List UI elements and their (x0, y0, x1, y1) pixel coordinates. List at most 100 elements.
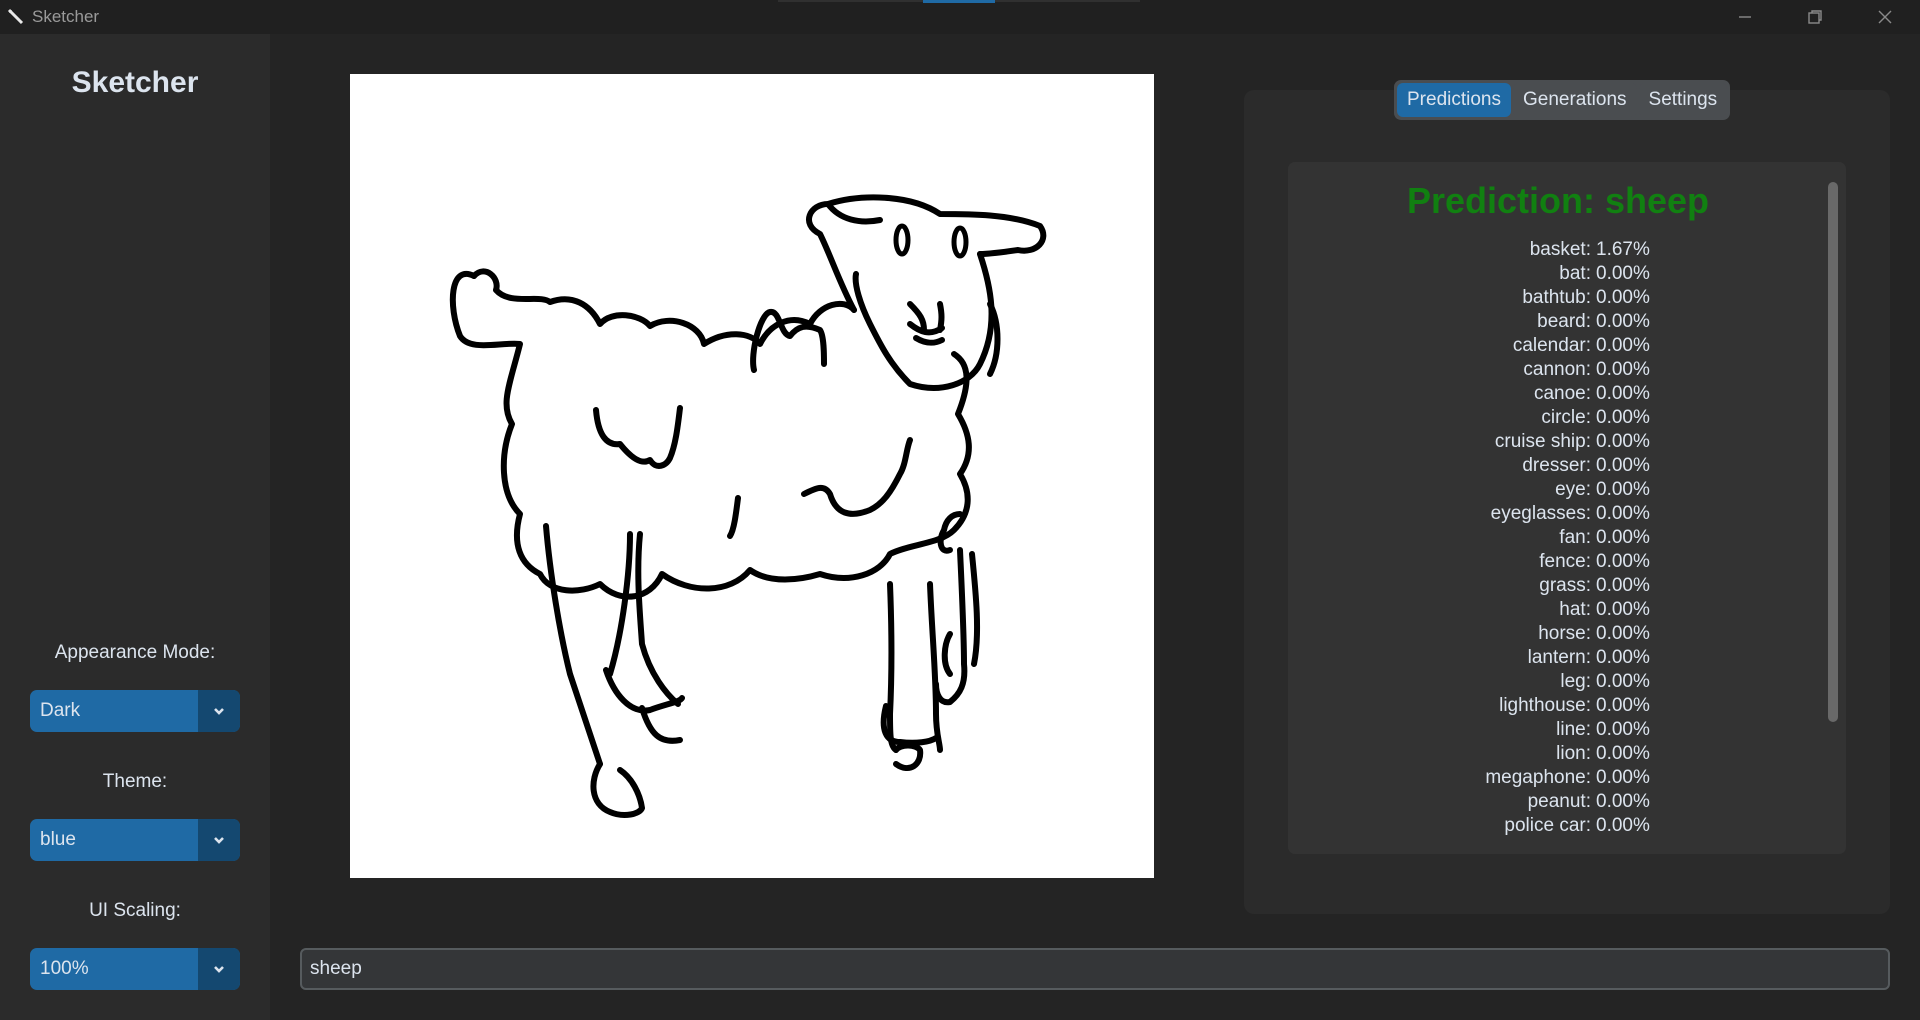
prediction-value: 0.00% (1596, 455, 1650, 476)
prediction-label: grass: (1539, 575, 1591, 596)
restore-icon (1808, 10, 1822, 24)
sidebar: Sketcher Appearance Mode: Dark Theme: bl… (0, 34, 270, 1020)
prediction-value: 0.00% (1596, 767, 1650, 788)
prediction-label: cannon: (1523, 359, 1591, 380)
restore-button[interactable] (1780, 0, 1850, 34)
prediction-row: circle: 0.00% (1288, 406, 1828, 430)
results-tabview: Predictions Generations Settings Predict… (1244, 80, 1890, 914)
prediction-row: cannon: 0.00% (1288, 358, 1828, 382)
prediction-value: 0.00% (1596, 383, 1650, 404)
prediction-value: 0.00% (1596, 503, 1650, 524)
prediction-row: dresser: 0.00% (1288, 454, 1828, 478)
prediction-label: police car: (1504, 815, 1591, 836)
prediction-value: 0.00% (1596, 359, 1650, 380)
appearance-mode-label: Appearance Mode: (54, 642, 216, 663)
prediction-value: 0.00% (1596, 527, 1650, 548)
prediction-label: peanut: (1527, 791, 1591, 812)
prediction-row: megaphone: 0.00% (1288, 766, 1828, 790)
sheep-drawing (449, 194, 1047, 818)
prediction-row: fan: 0.00% (1288, 526, 1828, 550)
prediction-value: 0.00% (1596, 791, 1650, 812)
prediction-value: 1.67% (1596, 239, 1650, 260)
prediction-value: 0.00% (1596, 479, 1650, 500)
prediction-label: lighthouse: (1499, 695, 1591, 716)
prediction-label: lantern: (1527, 647, 1591, 668)
prediction-row: lantern: 0.00% (1288, 646, 1828, 670)
prediction-label: canoe: (1533, 383, 1591, 404)
prediction-label: bat: (1559, 263, 1591, 284)
prediction-row: cruise ship: 0.00% (1288, 430, 1828, 454)
prediction-value: 0.00% (1596, 551, 1650, 572)
prediction-value: 0.00% (1596, 599, 1650, 620)
prediction-label: beard: (1537, 311, 1591, 332)
prediction-row: fence: 0.00% (1288, 550, 1828, 574)
prediction-value: 0.00% (1596, 647, 1650, 668)
prediction-row: bathtub: 0.00% (1288, 286, 1828, 310)
drawing-canvas[interactable] (350, 74, 1154, 878)
prediction-label: eye: (1555, 479, 1591, 500)
tab-predictions[interactable]: Predictions (1397, 83, 1511, 117)
prediction-row: police car: 0.00% (1288, 814, 1828, 838)
prediction-value: 0.00% (1596, 311, 1650, 332)
prediction-value: 0.00% (1596, 815, 1650, 836)
title-bar: Sketcher (0, 0, 1920, 34)
prediction-row: lighthouse: 0.00% (1288, 694, 1828, 718)
chevron-down-icon[interactable] (198, 690, 240, 732)
tab-generations[interactable]: Generations (1513, 83, 1637, 117)
theme-menu[interactable]: blue (30, 819, 240, 861)
window-title: Sketcher (32, 7, 100, 26)
prediction-label: megaphone: (1485, 767, 1591, 788)
scrollbar-thumb[interactable] (1828, 182, 1838, 722)
window-controls (1710, 0, 1920, 34)
prediction-value: 0.00% (1596, 335, 1650, 356)
prediction-label: leg: (1560, 671, 1591, 692)
minimize-icon (1739, 16, 1751, 18)
prediction-value: 0.00% (1596, 743, 1650, 764)
prediction-row: lion: 0.00% (1288, 742, 1828, 766)
tab-settings[interactable]: Settings (1638, 83, 1728, 117)
prediction-label: dresser: (1522, 455, 1591, 476)
chevron-down-icon[interactable] (198, 948, 240, 990)
prediction-row: line: 0.00% (1288, 718, 1828, 742)
prediction-value: 0.00% (1596, 287, 1650, 308)
prediction-label: horse: (1538, 623, 1591, 644)
prediction-row: peanut: 0.00% (1288, 790, 1828, 814)
prediction-score-list: basket: 1.67% bat: 0.00% bathtub: 0.00% beard:… (1288, 238, 1828, 842)
prediction-value: 0.00% (1596, 623, 1650, 644)
prediction-row: eye: 0.00% (1288, 478, 1828, 502)
prediction-row: bat: 0.00% (1288, 262, 1828, 286)
theme-label: Theme: (102, 771, 168, 792)
minimize-button[interactable] (1710, 0, 1780, 34)
close-icon (1878, 10, 1892, 24)
prediction-value: 0.00% (1596, 575, 1650, 596)
pencil-icon (7, 8, 24, 25)
prediction-value: 0.00% (1596, 407, 1650, 428)
prediction-label: circle: (1541, 407, 1591, 428)
prediction-label: fan: (1559, 527, 1591, 548)
prediction-value: 0.00% (1596, 719, 1650, 740)
ui-scaling-value: 100% (40, 958, 89, 979)
prediction-label: hat: (1559, 599, 1591, 620)
prediction-row: basket: 1.67% (1288, 238, 1828, 262)
prediction-row: canoe: 0.00% (1288, 382, 1828, 406)
tab-segmented-button: Predictions Generations Settings (1394, 80, 1731, 120)
taskbar-indicator-active (923, 0, 995, 3)
label-entry[interactable]: sheep (300, 948, 1890, 990)
prediction-value: 0.00% (1596, 695, 1650, 716)
prediction-row: beard: 0.00% (1288, 310, 1828, 334)
prediction-label: calendar: (1512, 335, 1591, 356)
ui-scaling-menu[interactable]: 100% (30, 948, 240, 990)
appearance-mode-menu[interactable]: Dark (30, 690, 240, 732)
predictions-scroll-frame[interactable]: Prediction: sheep basket: 1.67% bat: 0.00% b… (1288, 162, 1846, 854)
close-button[interactable] (1850, 0, 1920, 34)
prediction-label: fence: (1539, 551, 1591, 572)
prediction-label: basket: (1529, 239, 1591, 260)
prediction-value: 0.00% (1596, 671, 1650, 692)
prediction-row: hat: 0.00% (1288, 598, 1828, 622)
prediction-label: cruise ship: (1494, 431, 1591, 452)
chevron-down-icon[interactable] (198, 819, 240, 861)
ui-scaling-label: UI Scaling: (89, 900, 181, 921)
prediction-row: horse: 0.00% (1288, 622, 1828, 646)
prediction-row: leg: 0.00% (1288, 670, 1828, 694)
prediction-row: grass: 0.00% (1288, 574, 1828, 598)
